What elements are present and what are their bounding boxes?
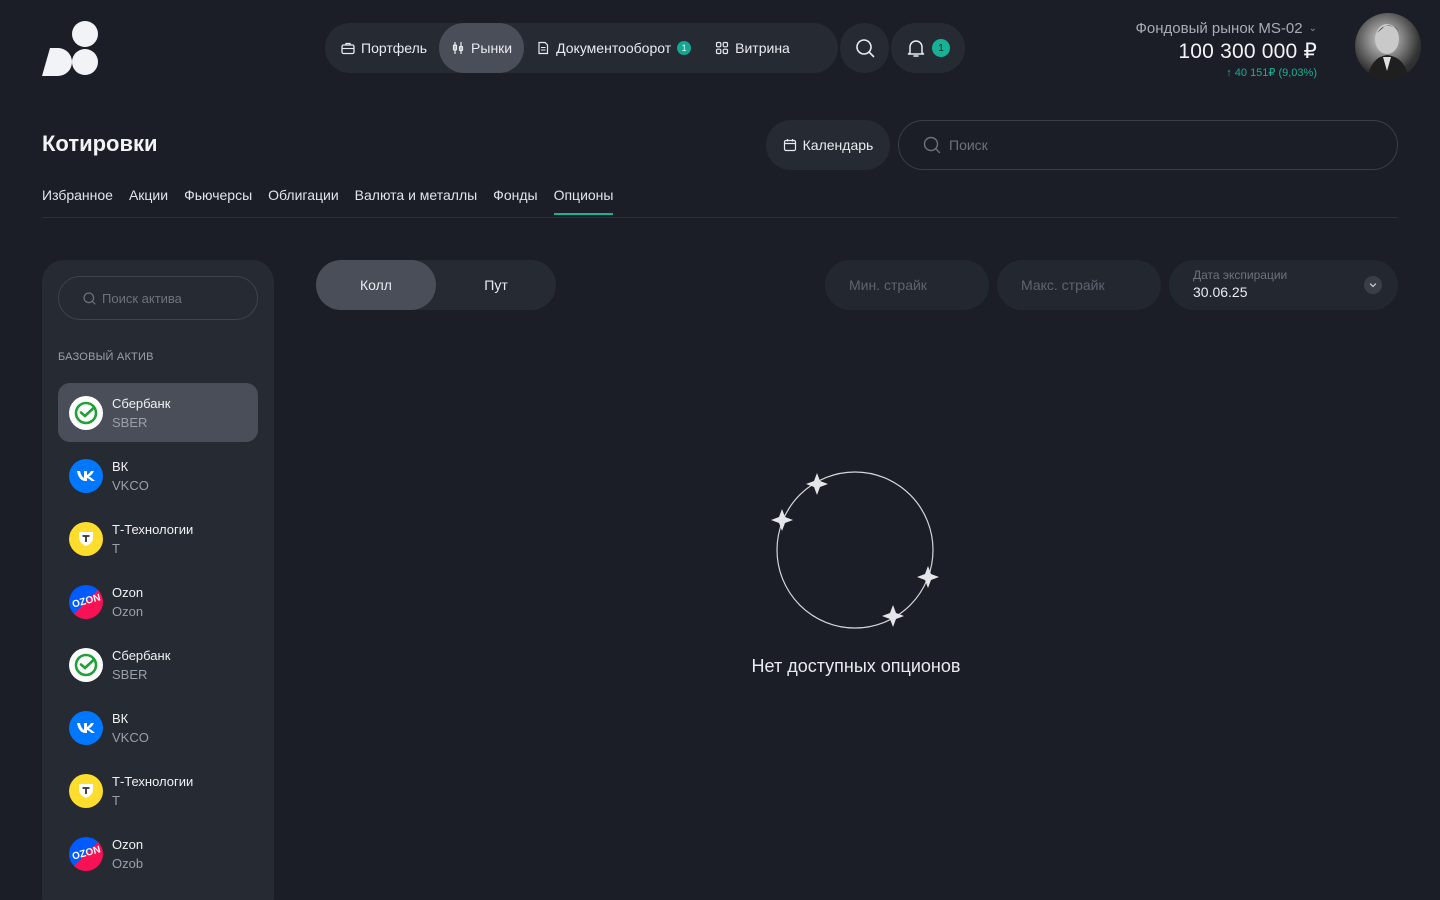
tab-futures[interactable]: Фьючерсы [184, 187, 252, 215]
sparkle-icon [771, 509, 793, 531]
min-strike-input[interactable] [849, 277, 969, 293]
sber-logo-icon [69, 647, 103, 682]
search-icon [83, 291, 96, 305]
ozon-logo-icon: OZON [69, 584, 103, 619]
asset-item[interactable]: ВК VKCO [58, 446, 258, 505]
tabs-divider [42, 217, 1398, 218]
account-name: Фондовый рынок MS-02 [1135, 20, 1303, 37]
asset-name: Т-Технологии [112, 521, 194, 537]
briefcase-icon [341, 42, 355, 55]
min-strike-field [825, 260, 989, 310]
sparkle-icon [882, 605, 904, 627]
asset-name: Сбербанк [112, 395, 171, 411]
asset-item[interactable]: Сбербанк SBER [58, 635, 258, 694]
underlying-asset-heading: БАЗОВЫЙ АКТИВ [58, 351, 154, 363]
asset-ticker: T [112, 792, 120, 808]
global-search-button[interactable] [840, 23, 889, 73]
tab-currency-metals[interactable]: Валюта и металлы [355, 187, 478, 215]
account-name-row: Фондовый рынок MS-02 ⌄ [1136, 20, 1317, 37]
notifications-button[interactable]: 1 [891, 23, 965, 73]
nav-markets-label: Рынки [471, 40, 513, 56]
account-selector[interactable]: Фондовый рынок MS-02 ⌄ 100 300 000 ₽ ↑ 4… [1136, 20, 1317, 79]
tbank-logo-icon [69, 773, 103, 808]
asset-ticker: VKCO [112, 477, 149, 493]
avatar[interactable] [1355, 13, 1421, 79]
grid-icon [716, 41, 729, 55]
sparkle-icon [917, 566, 939, 588]
asset-ticker: SBER [112, 414, 148, 430]
asset-name: Ozon [112, 836, 144, 852]
call-put-toggle: Колл Пут [316, 260, 556, 310]
tab-funds[interactable]: Фонды [493, 187, 537, 215]
quotes-search [898, 120, 1398, 170]
asset-search [58, 276, 258, 320]
brand-logo[interactable] [42, 20, 100, 76]
page-title: Котировки [42, 131, 158, 156]
nav-documents-label: Документооборот [556, 40, 672, 56]
calendar-button[interactable]: Календарь [766, 120, 890, 170]
asset-item[interactable]: OZON Ozon Ozob [58, 824, 258, 883]
asset-ticker: Ozob [112, 855, 144, 871]
account-balance: 100 300 000 ₽ [1178, 40, 1317, 63]
user-photo [1367, 24, 1409, 79]
chevron-down-icon: ⌄ [1308, 23, 1317, 34]
notifications-badge: 1 [932, 39, 950, 57]
tab-favorites[interactable]: Избранное [42, 187, 113, 215]
asset-name: Т-Технологии [112, 773, 194, 789]
tab-bonds[interactable]: Облигации [268, 187, 339, 215]
document-icon [538, 41, 549, 55]
max-strike-input[interactable] [1021, 277, 1141, 293]
nav-showcase[interactable]: Витрина [703, 23, 802, 73]
candlestick-icon [452, 42, 464, 54]
asset-name: ВК [112, 710, 129, 726]
asset-name: Ozon [112, 584, 144, 600]
calendar-label: Календарь [802, 137, 874, 153]
tbank-logo-icon [69, 521, 103, 556]
sparkle-icon [806, 473, 828, 495]
asset-list: Сбербанк SBER ВК VKCO Т-Технологии T OZON O… [58, 383, 258, 887]
account-change: ↑ 40 151₽ (9,03%) [1226, 67, 1317, 79]
max-strike-field [997, 260, 1161, 310]
nav-showcase-label: Витрина [735, 40, 790, 56]
main-navigation: Портфель Рынки Документооборот 1 Витрина [325, 23, 838, 73]
nav-markets[interactable]: Рынки [439, 23, 525, 73]
asset-item[interactable]: OZON Ozon Ozon [58, 572, 258, 631]
search-icon [923, 136, 941, 154]
brand-logo-icon [42, 21, 98, 76]
bell-icon [907, 40, 925, 57]
ozon-logo-icon: OZON [69, 836, 103, 871]
tab-options[interactable]: Опционы [553, 187, 613, 215]
asset-search-input[interactable] [102, 290, 252, 306]
empty-state-message: Нет доступных опционов [751, 656, 961, 676]
expiry-date-select[interactable]: Дата экспирации 30.06.25 [1169, 260, 1398, 310]
tab-stocks[interactable]: Акции [129, 187, 168, 215]
asset-ticker: VKCO [112, 729, 149, 745]
asset-ticker: Ozon [112, 603, 144, 619]
nav-portfolio-label: Портфель [361, 40, 428, 56]
documents-badge: 1 [677, 41, 692, 55]
asset-item[interactable]: Сбербанк SBER [58, 383, 258, 442]
vk-logo-icon [69, 710, 103, 745]
asset-item[interactable]: ВК VKCO [58, 698, 258, 757]
nav-documents[interactable]: Документооборот 1 [524, 23, 703, 73]
asset-name: ВК [112, 458, 129, 474]
asset-item[interactable]: Т-Технологии T [58, 509, 258, 568]
calendar-icon [783, 139, 796, 152]
asset-name: Сбербанк [112, 647, 171, 663]
vk-logo-icon [69, 458, 103, 493]
empty-state-illustration [771, 471, 939, 629]
chevron-down-icon [1364, 276, 1382, 294]
underlying-asset-panel: БАЗОВЫЙ АКТИВ Сбербанк SBER ВК VKCO Т-Техн… [42, 260, 274, 900]
asset-ticker: T [112, 540, 120, 556]
sber-logo-icon [69, 395, 103, 430]
asset-ticker: SBER [112, 666, 148, 682]
market-tabs: Избранное Акции Фьючерсы Облигации Валют… [42, 187, 613, 215]
call-button[interactable]: Колл [316, 260, 436, 310]
quotes-search-input[interactable] [949, 137, 1369, 153]
asset-item[interactable]: Т-Технологии T [58, 761, 258, 820]
put-button[interactable]: Пут [436, 260, 556, 310]
search-icon [855, 39, 874, 58]
nav-portfolio[interactable]: Портфель [329, 23, 439, 73]
